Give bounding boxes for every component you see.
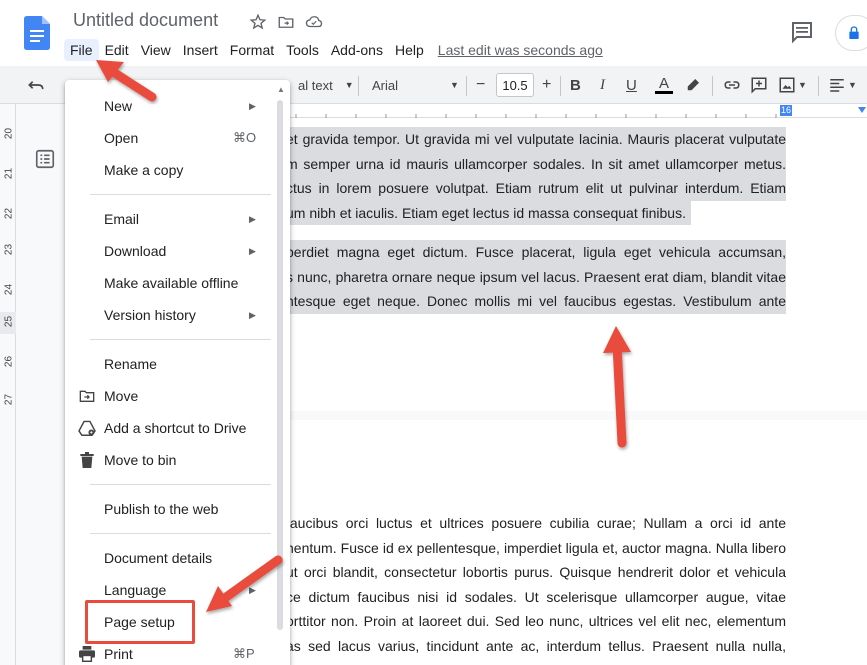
underline-button[interactable]: U bbox=[626, 72, 637, 98]
text-line: faucibus orci luctus et ultrices posuere… bbox=[286, 515, 786, 531]
text-line: et gravida tempor. Ut gravida mi vel vul… bbox=[286, 127, 786, 152]
menu-item-document-details[interactable]: Document details bbox=[65, 542, 275, 574]
drive-shortcut-icon bbox=[78, 419, 96, 437]
align-left-icon[interactable]: ▼ bbox=[828, 72, 857, 98]
cloud-saved-icon[interactable] bbox=[304, 12, 324, 32]
comment-history-icon[interactable] bbox=[790, 20, 814, 44]
menu-item-rename[interactable]: Rename bbox=[65, 348, 275, 380]
text-line: um nibh et iaculis. Etiam eget lectus id… bbox=[286, 200, 691, 225]
menu-item-open[interactable]: Open ⌘O bbox=[65, 122, 275, 154]
bold-button[interactable]: B bbox=[570, 72, 581, 98]
font-family-select[interactable]: Arial ▼ bbox=[372, 72, 459, 98]
trash-icon bbox=[78, 451, 96, 469]
paragraph-style-select[interactable]: al text ▼ bbox=[298, 72, 354, 98]
menu-item-move[interactable]: Move bbox=[65, 380, 275, 412]
add-comment-icon[interactable] bbox=[750, 72, 768, 98]
text-line: perdiet magna eget dictum. Fusce placera… bbox=[286, 240, 786, 265]
chevron-down-icon: ▼ bbox=[450, 80, 459, 90]
text-line: as sed lacus varius, tincidunt ante ac, … bbox=[286, 637, 786, 654]
submenu-arrow-icon: ▶ bbox=[249, 584, 256, 595]
menu-addons[interactable]: Add-ons bbox=[325, 39, 389, 61]
chevron-down-icon: ▼ bbox=[848, 80, 857, 90]
document-title[interactable]: Untitled document bbox=[73, 10, 218, 31]
font-size-increase-button[interactable]: + bbox=[542, 72, 551, 98]
move-folder-icon[interactable] bbox=[276, 12, 296, 32]
folder-move-icon bbox=[78, 387, 96, 405]
submenu-arrow-icon: ▶ bbox=[249, 245, 256, 256]
page-setup-highlight-box bbox=[85, 600, 195, 644]
text-line: ce dictum faucibus nisi id sodales. Ut s… bbox=[286, 588, 786, 605]
submenu-arrow-icon: ▶ bbox=[249, 309, 256, 320]
insert-image-icon[interactable]: ▼ bbox=[778, 72, 807, 98]
menu-divider bbox=[90, 533, 271, 534]
text-line: ut orci blandit, consectetur lobortis pu… bbox=[286, 564, 786, 580]
document-paragraph[interactable]: perdiet magna eget dictum. Fusce placera… bbox=[286, 240, 786, 314]
document-paragraph[interactable]: faucibus orci luctus et ultrices posuere… bbox=[286, 511, 786, 658]
menu-item-version-history[interactable]: Version history ▶ bbox=[65, 299, 275, 331]
menu-view[interactable]: View bbox=[135, 39, 177, 61]
text-color-button[interactable]: A bbox=[655, 72, 673, 98]
submenu-arrow-icon: ▶ bbox=[249, 213, 256, 224]
menu-file[interactable]: File bbox=[64, 39, 99, 61]
menu-bar: File Edit View Insert Format Tools Add-o… bbox=[64, 38, 611, 62]
shortcut-label: ⌘O bbox=[233, 130, 257, 145]
text-line: s nunc, pharetra ornare neque ipsum vel … bbox=[286, 264, 786, 289]
link-icon[interactable] bbox=[722, 72, 742, 98]
menu-tools[interactable]: Tools bbox=[280, 39, 325, 61]
undo-icon[interactable] bbox=[26, 72, 46, 98]
document-page[interactable]: faucibus orci luctus et ultrices posuere… bbox=[200, 420, 867, 665]
menu-divider bbox=[90, 194, 271, 195]
tab-stop-marker[interactable] bbox=[858, 107, 866, 113]
menu-help[interactable]: Help bbox=[389, 39, 430, 61]
menu-item-make-available-offline[interactable]: Make available offline bbox=[65, 267, 275, 299]
scroll-up-icon[interactable]: ▲ bbox=[277, 85, 285, 94]
document-outline-icon[interactable] bbox=[34, 148, 56, 170]
submenu-arrow-icon: ▶ bbox=[249, 100, 256, 111]
horizontal-ruler[interactable]: 16 bbox=[286, 104, 867, 118]
text-line: ntesque eget neque. Donec mollis mi vel … bbox=[286, 289, 786, 314]
menu-item-move-to-bin[interactable]: Move to bin bbox=[65, 444, 275, 476]
vertical-ruler[interactable]: 20 21 22 23 24 25 26 27 bbox=[0, 104, 16, 665]
chevron-down-icon: ▼ bbox=[344, 80, 354, 90]
menu-item-download[interactable]: Download ▶ bbox=[65, 235, 275, 267]
highlight-pen-icon[interactable] bbox=[684, 72, 702, 98]
menu-divider bbox=[90, 339, 271, 340]
font-size-input[interactable]: 10.5 bbox=[496, 73, 534, 97]
text-line: m semper urna id mauris ullamcorper soda… bbox=[286, 151, 786, 176]
text-line: orttitor non. Proin at laoreet dui. Sed … bbox=[286, 613, 786, 629]
star-icon[interactable] bbox=[248, 12, 268, 32]
ruler-position-label: 16 bbox=[780, 105, 793, 116]
menu-item-add-shortcut-to-drive[interactable]: Add a shortcut to Drive bbox=[65, 412, 275, 444]
menu-divider bbox=[90, 484, 271, 485]
menu-format[interactable]: Format bbox=[224, 39, 280, 61]
app-header: Untitled document File Edit View Insert … bbox=[0, 0, 867, 66]
menu-scrollbar[interactable] bbox=[277, 100, 283, 630]
text-line: ctus in lorem posuere volutpat. Etiam ru… bbox=[286, 176, 786, 201]
menu-item-new[interactable]: New ▶ bbox=[65, 90, 275, 122]
menu-item-publish-to-web[interactable]: Publish to the web bbox=[65, 493, 275, 525]
menu-item-make-a-copy[interactable]: Make a copy bbox=[65, 154, 275, 186]
italic-button[interactable]: I bbox=[600, 72, 605, 98]
menu-insert[interactable]: Insert bbox=[177, 39, 224, 61]
text-line: nentum. Fusce id ex pellentesque, imperd… bbox=[286, 539, 786, 556]
shortcut-label: ⌘P bbox=[233, 646, 255, 661]
document-paragraph[interactable]: et gravida tempor. Ut gravida mi vel vul… bbox=[286, 127, 786, 225]
menu-item-email[interactable]: Email ▶ bbox=[65, 203, 275, 235]
menu-edit[interactable]: Edit bbox=[99, 39, 135, 61]
font-size-decrease-button[interactable]: − bbox=[476, 72, 485, 98]
google-docs-logo-icon[interactable] bbox=[24, 16, 50, 50]
printer-icon bbox=[78, 645, 96, 663]
file-menu-dropdown: ▲ New ▶ Open ⌘O Make a copy Email ▶ Down… bbox=[65, 80, 290, 665]
document-page[interactable]: et gravida tempor. Ut gravida mi vel vul… bbox=[200, 118, 867, 411]
share-button[interactable] bbox=[835, 15, 867, 51]
last-edit-link[interactable]: Last edit was seconds ago bbox=[430, 39, 611, 61]
lock-icon bbox=[849, 26, 859, 39]
chevron-down-icon: ▼ bbox=[798, 80, 807, 90]
